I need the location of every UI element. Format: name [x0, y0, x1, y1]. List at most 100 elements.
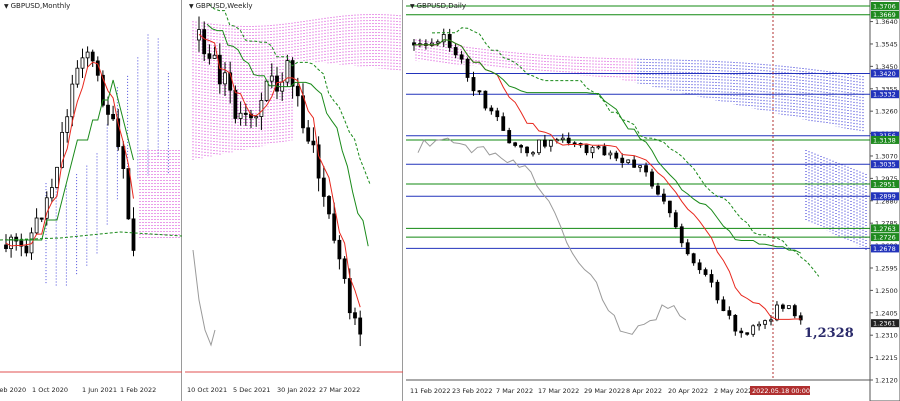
x-axis-label: 2 May 2022 — [714, 387, 752, 395]
bear-candle — [542, 139, 547, 147]
bear-candle — [301, 95, 305, 129]
bull-candle — [638, 165, 643, 168]
bear-candle — [327, 196, 331, 215]
x-axis-label: 5 Dec 2021 — [233, 386, 270, 394]
bull-candle — [254, 116, 259, 119]
bear-candle — [207, 53, 212, 59]
senkou-line — [0, 231, 182, 241]
bear-candle — [290, 60, 295, 87]
bull-candle — [259, 100, 264, 117]
bear-candle — [656, 185, 660, 195]
bear-candle — [685, 242, 690, 255]
dropdown-triangle-icon: ▼ — [410, 3, 415, 10]
bear-candle — [106, 104, 110, 115]
bear-candle — [792, 305, 797, 317]
weekly-title-text: GBPUSD,Weekly — [195, 2, 253, 10]
bull-candle — [751, 325, 756, 335]
x-axis-label: 27 Mar 2022 — [319, 386, 360, 394]
y-tick-label: 1.2120 — [875, 377, 898, 385]
y-tick-label: 1.2215 — [875, 354, 898, 362]
bear-candle — [295, 85, 300, 97]
bear-candle — [483, 90, 488, 109]
monthly-chart-panel[interactable]: Feb 2020 1 Oct 2020 1 Jun 20211 Feb 2022 ▼… — [0, 0, 182, 401]
bear-candle — [353, 312, 357, 319]
bull-candle — [531, 152, 535, 155]
bear-candle — [691, 253, 696, 264]
bear-candle — [306, 127, 311, 142]
bear-candle — [650, 171, 654, 187]
bear-candle — [311, 140, 316, 146]
x-axis-label: 1 Jun 2021 — [82, 386, 117, 394]
bear-candle — [465, 58, 470, 78]
daily-chart-title: ▼ GBPUSD,Daily — [410, 2, 466, 10]
bear-candle — [644, 165, 648, 173]
bear-candle — [780, 304, 785, 309]
level-badge-label: 1.3706 — [873, 2, 896, 10]
bull-candle — [223, 72, 227, 85]
bear-candle — [4, 244, 8, 249]
x-axis-label: Feb 2020 — [0, 386, 26, 394]
bear-candle — [709, 274, 714, 283]
bull-candle — [85, 51, 90, 59]
y-tick-label: 1.2405 — [875, 309, 898, 317]
bear-candle — [715, 281, 720, 301]
bull-candle — [269, 75, 274, 82]
bear-candle — [126, 168, 131, 220]
bull-candle — [80, 57, 85, 69]
bear-candle — [202, 29, 207, 55]
bull-candle — [786, 305, 791, 309]
level-badge-label: 1.2951 — [873, 180, 896, 188]
bull-candle — [55, 166, 59, 188]
bull-candle — [560, 137, 565, 141]
bear-candle — [121, 146, 126, 169]
level-badge-label: 1.3138 — [873, 136, 896, 144]
bull-candle — [608, 152, 613, 156]
bull-candle — [9, 236, 14, 249]
x-axis-label: 7 Mar 2022 — [496, 387, 533, 395]
x-axis-label: 1 Oct 2020 — [32, 386, 68, 394]
bull-candle — [775, 304, 779, 321]
bear-candle — [111, 113, 115, 120]
bear-candle — [519, 145, 523, 148]
y-tick-label: 1.2310 — [875, 332, 898, 340]
x-axis-label: 20 Apr 2022 — [668, 387, 708, 395]
bull-candle — [537, 139, 541, 154]
bear-candle — [337, 239, 342, 260]
x-axis-label: 17 Mar 2022 — [538, 387, 579, 395]
last-price-label: 1.2361 — [873, 320, 896, 328]
bear-candle — [733, 314, 738, 332]
x-axis-label: 10 Oct 2021 — [187, 386, 227, 394]
x-axis-label: 1 Feb 2022 — [120, 386, 156, 394]
bear-candle — [727, 310, 732, 316]
monthly-chart-title: ▼ GBPUSD,Monthly — [4, 2, 70, 10]
weekly-chart-canvas[interactable]: 10 Oct 2021 5 Dec 2021 30 Jan 2022 27 Mar 2… — [185, 0, 403, 401]
bull-candle — [75, 67, 80, 85]
bear-candle — [90, 51, 95, 62]
x-axis-label: 30 Jan 2022 — [277, 386, 316, 394]
bear-candle — [342, 258, 347, 279]
dropdown-triangle-icon: ▼ — [189, 3, 194, 10]
bear-candle — [131, 218, 136, 251]
level-badge-label: 1.2763 — [873, 225, 896, 233]
chikou-span-line — [192, 249, 216, 347]
x-axis-label: 29 Mar 2022 — [584, 387, 625, 395]
bear-candle — [566, 137, 571, 144]
price-annotation: 1,2328 — [804, 326, 854, 341]
x-axis-label: 8 Apr 2022 — [626, 387, 662, 395]
bear-candle — [507, 130, 512, 144]
bull-candle — [757, 323, 762, 327]
bear-candle — [632, 159, 637, 168]
bull-candle — [212, 54, 217, 59]
bear-candle — [501, 116, 506, 131]
bear-candle — [347, 278, 352, 314]
y-tick-label: 1.3070 — [875, 152, 898, 160]
bear-candle — [673, 212, 678, 228]
weekly-chart-title: ▼ GBPUSD,Weekly — [189, 2, 253, 10]
dropdown-triangle-icon: ▼ — [4, 3, 9, 10]
monthly-chart-canvas[interactable]: Feb 2020 1 Oct 2020 1 Jun 20211 Feb 2022 — [0, 0, 182, 401]
weekly-chart-panel[interactable]: 10 Oct 2021 5 Dec 2021 30 Jan 2022 27 Mar 2… — [185, 0, 403, 401]
bull-candle — [769, 319, 773, 322]
bear-candle — [477, 90, 482, 93]
bull-candle — [65, 116, 70, 133]
bear-candle — [667, 200, 672, 214]
